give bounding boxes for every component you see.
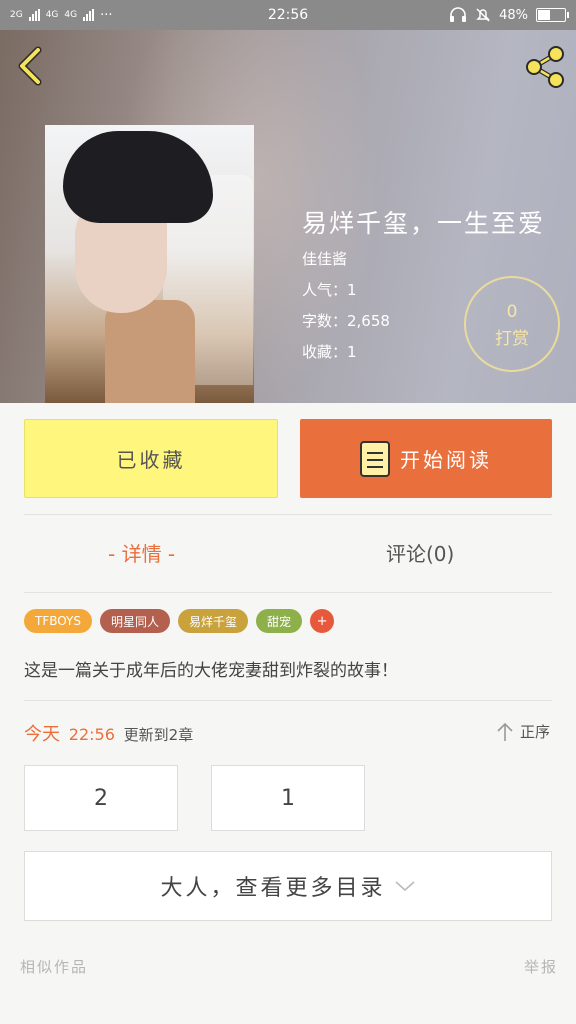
arrow-up-icon <box>497 722 513 741</box>
divider <box>24 592 552 593</box>
update-text: 更新到2章 <box>123 726 194 744</box>
book-author: 佳佳酱 <box>302 250 348 268</box>
back-button[interactable] <box>10 42 52 90</box>
sort-order-label: 正序 <box>519 723 550 741</box>
book-icon <box>360 440 390 477</box>
add-tag-button[interactable]: + <box>310 609 335 633</box>
update-info: 今天 22:56 更新到2章 <box>24 720 193 746</box>
battery-icon <box>536 8 569 22</box>
collected-button[interactable]: 已收藏 <box>24 419 278 498</box>
share-icon <box>526 46 564 88</box>
tab-comments[interactable]: 评论(0) <box>386 538 454 567</box>
book-header: 易烊千玺，一生至爱 佳佳酱 人气：1 字数：2,658 收藏：1 0 打赏 <box>0 30 576 403</box>
share-button[interactable] <box>522 44 568 90</box>
tip-label: 打赏 <box>495 329 529 349</box>
tip-button[interactable]: 0 打赏 <box>464 276 560 372</box>
tag-yiyangqianxi[interactable]: 易烊千玺 <box>178 609 249 633</box>
book-word-count: 字数：2,658 <box>302 312 390 330</box>
book-title: 易烊千玺，一生至爱 <box>302 209 546 238</box>
sort-order-button[interactable]: 正序 <box>496 721 550 742</box>
chapter-item[interactable]: 1 <box>211 765 365 831</box>
chevron-down-icon <box>394 881 415 892</box>
tag-sweet[interactable]: 甜宠 <box>256 609 303 633</box>
update-time: 22:56 <box>68 725 115 744</box>
tag-celebrity-fanfic[interactable]: 明星同人 <box>100 609 171 633</box>
start-reading-label: 开始阅读 <box>400 448 492 472</box>
book-cover-image <box>45 125 254 403</box>
tag-tfboys[interactable]: TFBOYS <box>24 609 92 633</box>
battery-level <box>538 10 550 20</box>
status-time: 22:56 <box>267 7 309 23</box>
chapter-item[interactable]: 2 <box>24 765 178 831</box>
divider <box>24 700 552 701</box>
chevron-left-icon <box>18 46 42 86</box>
more-chapters-button[interactable]: 大人，查看更多目录 <box>24 851 552 921</box>
book-description: 这是一篇关于成年后的大佬宠妻甜到炸裂的故事！ <box>24 661 398 681</box>
book-popularity: 人气：1 <box>302 281 357 299</box>
tab-details[interactable]: - 详情 - <box>108 538 175 567</box>
start-reading-button[interactable]: 开始阅读 <box>300 419 552 498</box>
similar-works-heading: 相似作品 <box>20 958 89 976</box>
tip-count: 0 <box>506 302 518 322</box>
update-day: 今天 <box>24 724 60 745</box>
status-bar: 2G 4G 4G ··· 22:56 48% <box>0 0 576 30</box>
tag-list: TFBOYS 明星同人 易烊千玺 甜宠 + <box>24 609 335 633</box>
divider <box>24 514 552 515</box>
more-chapters-label: 大人，查看更多目录 <box>160 876 386 901</box>
report-link[interactable]: 举报 <box>524 956 558 977</box>
book-favorites: 收藏：1 <box>302 343 357 361</box>
